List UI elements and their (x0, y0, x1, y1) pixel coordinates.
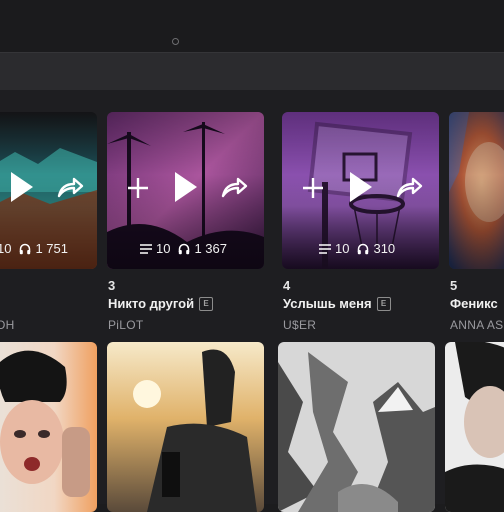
play-icon[interactable] (348, 170, 374, 204)
album-card-4[interactable] (449, 112, 504, 269)
album-meta-4: 5 Феникс ANNA AS (450, 278, 503, 332)
album-title[interactable]: Никто другой (108, 296, 194, 311)
track-count: 10 (0, 241, 12, 256)
headphones-icon (358, 243, 369, 254)
album-meta-2: 3 Никто другой E PiLOT (108, 278, 214, 332)
album-cover-5 (0, 342, 97, 512)
album-rank: 4 (283, 278, 291, 293)
camera-dot-icon (172, 38, 179, 45)
listen-count: 310 (373, 241, 396, 256)
listen-count: 1 367 (194, 241, 228, 256)
share-icon[interactable] (395, 175, 423, 199)
play-icon[interactable] (173, 170, 199, 204)
album-meta-3: 4 Услышь меня E U$ER (283, 278, 391, 332)
explicit-badge: E (199, 296, 214, 311)
headphones-icon (179, 243, 190, 254)
album-card-1[interactable]: 10 1 751 (0, 112, 97, 269)
album-card-3[interactable]: 10 310 (282, 112, 439, 269)
listen-count: 1 751 (35, 241, 69, 256)
album-card-7[interactable] (278, 342, 435, 512)
album-card-8[interactable] (445, 342, 504, 512)
album-artist[interactable]: ANNA AS (450, 318, 503, 332)
tracklist-icon (140, 243, 152, 254)
window-top-bar (0, 0, 504, 52)
tracklist-icon (319, 243, 331, 254)
album-card-2[interactable]: 10 1 367 (107, 112, 264, 269)
album-card-6[interactable] (107, 342, 264, 512)
album-rank: 5 (450, 278, 458, 293)
album-cover-8 (445, 342, 504, 512)
album-cover-6 (107, 342, 264, 512)
album-card-5[interactable] (0, 342, 97, 512)
album-artist[interactable]: OH (0, 318, 15, 332)
album-rank: 3 (108, 278, 116, 293)
share-icon[interactable] (56, 175, 84, 199)
add-icon[interactable] (301, 176, 325, 200)
headphones-icon (20, 243, 31, 254)
album-artist[interactable]: U$ER (283, 318, 316, 332)
explicit-badge: E (376, 296, 391, 311)
album-title[interactable]: Феникс (450, 296, 498, 311)
album-title[interactable]: Услышь меня (283, 296, 372, 311)
track-count: 10 (335, 241, 350, 256)
album-artist[interactable]: PiLOT (108, 318, 144, 332)
add-icon[interactable] (126, 176, 150, 200)
track-count: 10 (156, 241, 171, 256)
search-bar[interactable] (0, 52, 504, 92)
share-icon[interactable] (220, 175, 248, 199)
album-cover-7 (278, 342, 435, 512)
play-icon[interactable] (9, 170, 35, 204)
